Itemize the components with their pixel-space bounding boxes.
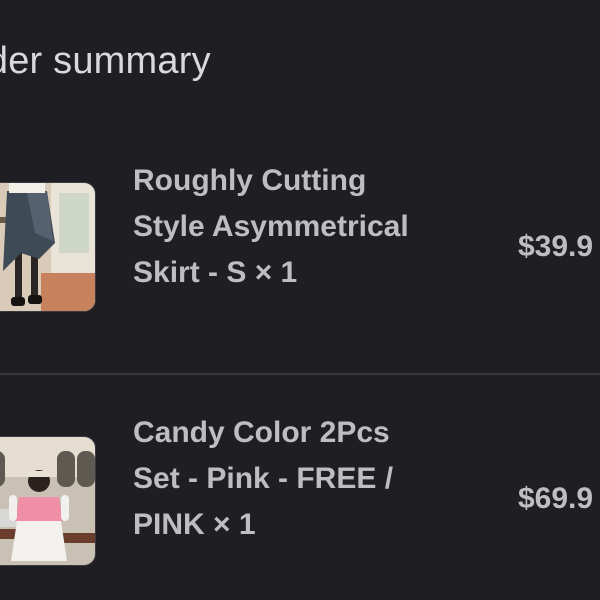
item-divider xyxy=(0,373,600,375)
product-name: Candy Color 2Pcs Set - Pink - FREE / PIN… xyxy=(133,416,394,541)
order-summary-panel: rder summary xyxy=(0,0,600,600)
product-thumbnail xyxy=(0,182,96,312)
order-summary-title: rder summary xyxy=(0,40,211,82)
line-item: Candy Color 2Pcs Set - Pink - FREE / PIN… xyxy=(0,410,600,590)
pink-set-product-photo xyxy=(0,437,95,565)
product-thumbnail xyxy=(0,436,96,566)
product-price: $69.9 xyxy=(518,482,594,515)
line-item: Roughly Cutting Style Asymmetrical Skirt… xyxy=(0,160,600,370)
product-name: Roughly Cutting Style Asymmetrical Skirt… xyxy=(133,164,409,289)
product-price: $39.9 xyxy=(518,230,594,263)
skirt-product-photo xyxy=(0,183,95,311)
